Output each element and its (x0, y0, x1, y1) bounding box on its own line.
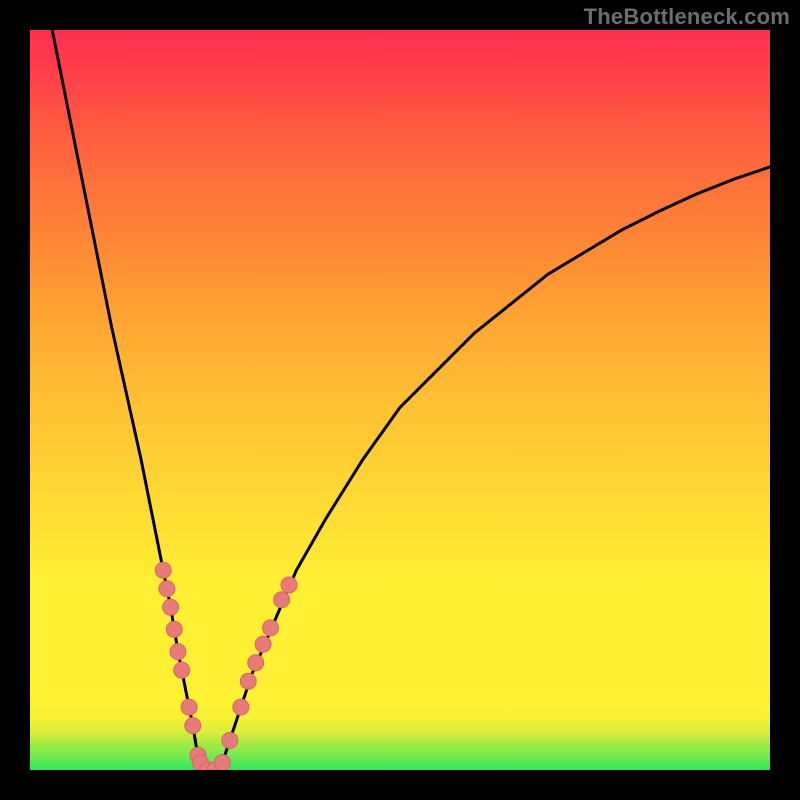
scatter-point (181, 699, 197, 715)
plot-area (30, 30, 770, 770)
scatter-point (214, 755, 230, 770)
scatter-point (263, 620, 279, 636)
scatter-point (185, 718, 201, 734)
scatter-point (163, 599, 179, 615)
outer-frame: TheBottleneck.com (0, 0, 800, 800)
scatter-point (274, 592, 290, 608)
scatter-point (170, 644, 186, 660)
bottleneck-curve (52, 30, 770, 770)
scatter-point (233, 699, 249, 715)
scatter-point (166, 621, 182, 637)
scatter-point (281, 577, 297, 593)
scatter-point (174, 662, 190, 678)
scatter-point (248, 655, 264, 671)
chart-svg (30, 30, 770, 770)
scatter-point (240, 673, 256, 689)
scatter-point (159, 581, 175, 597)
watermark-text: TheBottleneck.com (584, 4, 790, 30)
scatter-point (222, 732, 238, 748)
scatter-point (255, 636, 271, 652)
scatter-point (155, 562, 171, 578)
